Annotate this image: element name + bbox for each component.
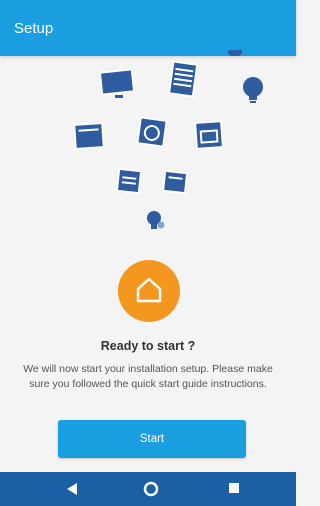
home-icon: [136, 277, 162, 303]
screen-icon: [114, 166, 144, 196]
app-bar-tab-indicator: [228, 50, 242, 56]
home-nav-icon[interactable]: [143, 481, 159, 502]
back-icon[interactable]: [65, 481, 79, 502]
tv-icon: [98, 66, 138, 102]
plug-icon: [142, 206, 168, 234]
start-button[interactable]: Start: [58, 420, 246, 458]
washer-icon: [134, 114, 170, 150]
board-icon: [160, 168, 190, 198]
system-nav-bar: [0, 472, 296, 506]
bulb-icon: [238, 74, 268, 106]
app-title: Setup: [14, 20, 54, 37]
panel-icon: [72, 120, 106, 152]
ready-description: We will now start your installation setu…: [23, 363, 273, 390]
ready-title: Ready to start ?: [100, 339, 196, 353]
app-bar: Setup: [0, 0, 296, 56]
recents-icon[interactable]: [227, 481, 241, 500]
oven-icon: [192, 118, 226, 152]
home-icon-circle: [118, 260, 180, 322]
fridge-icon: [166, 60, 200, 100]
